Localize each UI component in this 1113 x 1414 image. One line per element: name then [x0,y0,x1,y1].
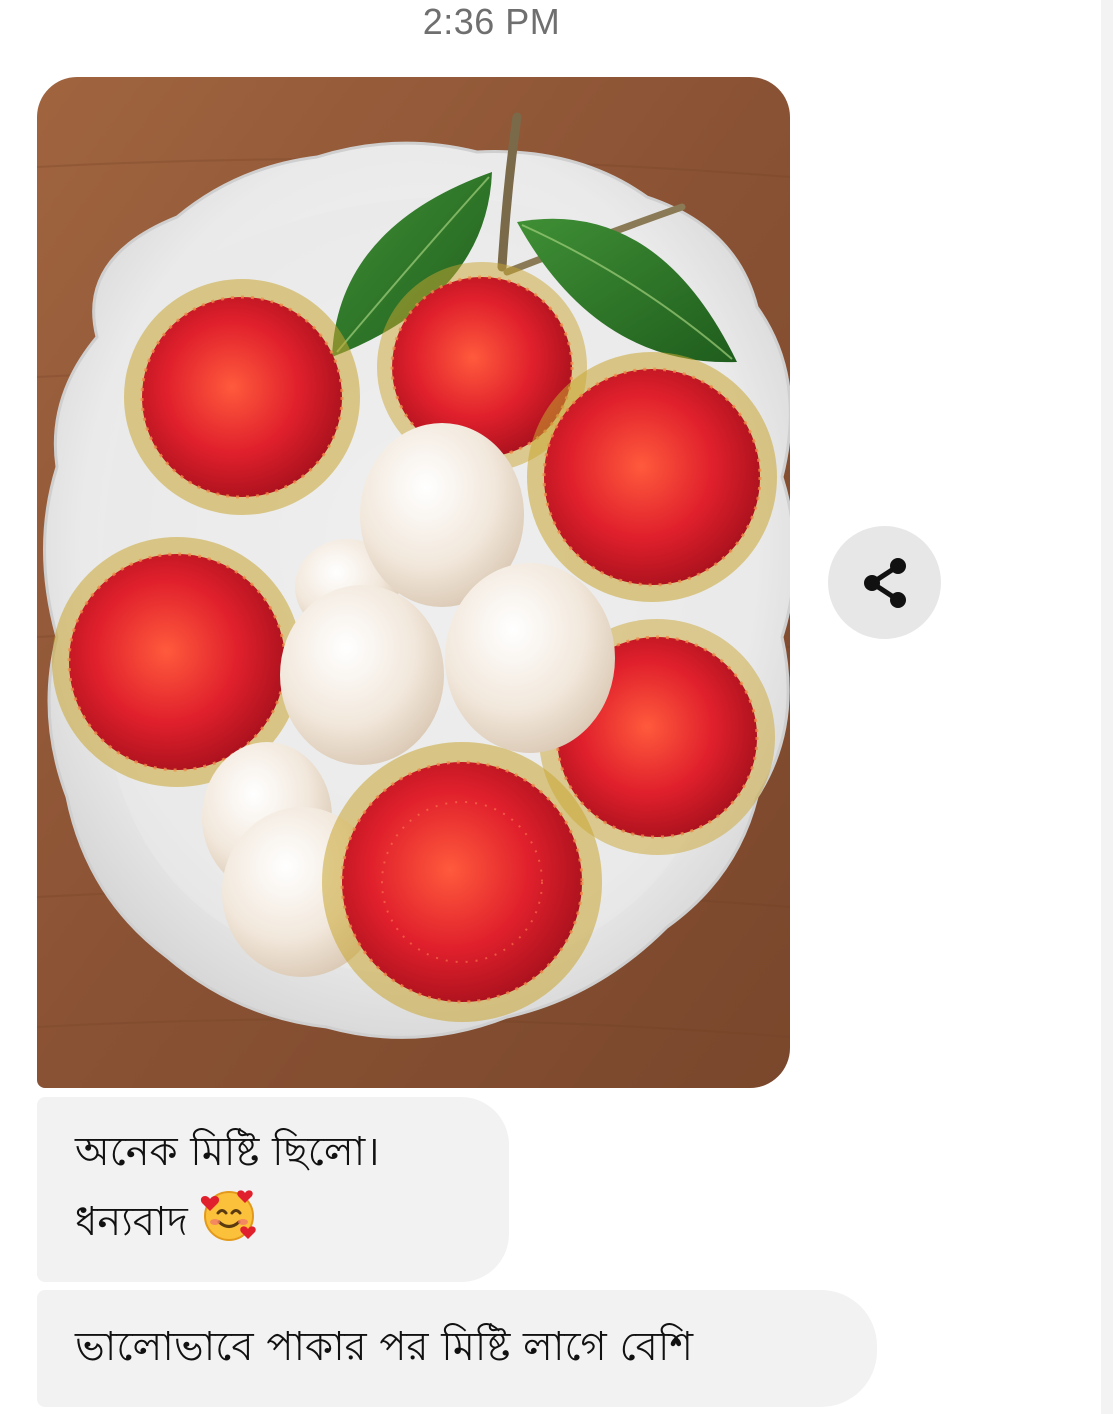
message-bubble[interactable]: ভালোভাবে পাকার পর মিষ্টি লাগে বেশি [37,1290,877,1407]
smiling-face-with-hearts-icon [200,1185,258,1263]
scroll-edge [1101,0,1113,1414]
message-line-1: অনেক মিষ্টি ছিলো। [75,1129,380,1175]
photo-message[interactable] [37,77,790,1088]
front-rambutan [322,742,602,1022]
message-bubble[interactable]: অনেক মিষ্টি ছিলো। ধন্যবাদ [37,1097,509,1282]
message-line-2-text: ধন্যবাদ [75,1199,188,1245]
rambutan-photo [37,77,790,1088]
share-icon [863,557,906,608]
message-timestamp: 2:36 PM [422,1,561,42]
share-button[interactable] [828,526,941,639]
message-line-2: ধন্যবাদ [75,1185,479,1263]
